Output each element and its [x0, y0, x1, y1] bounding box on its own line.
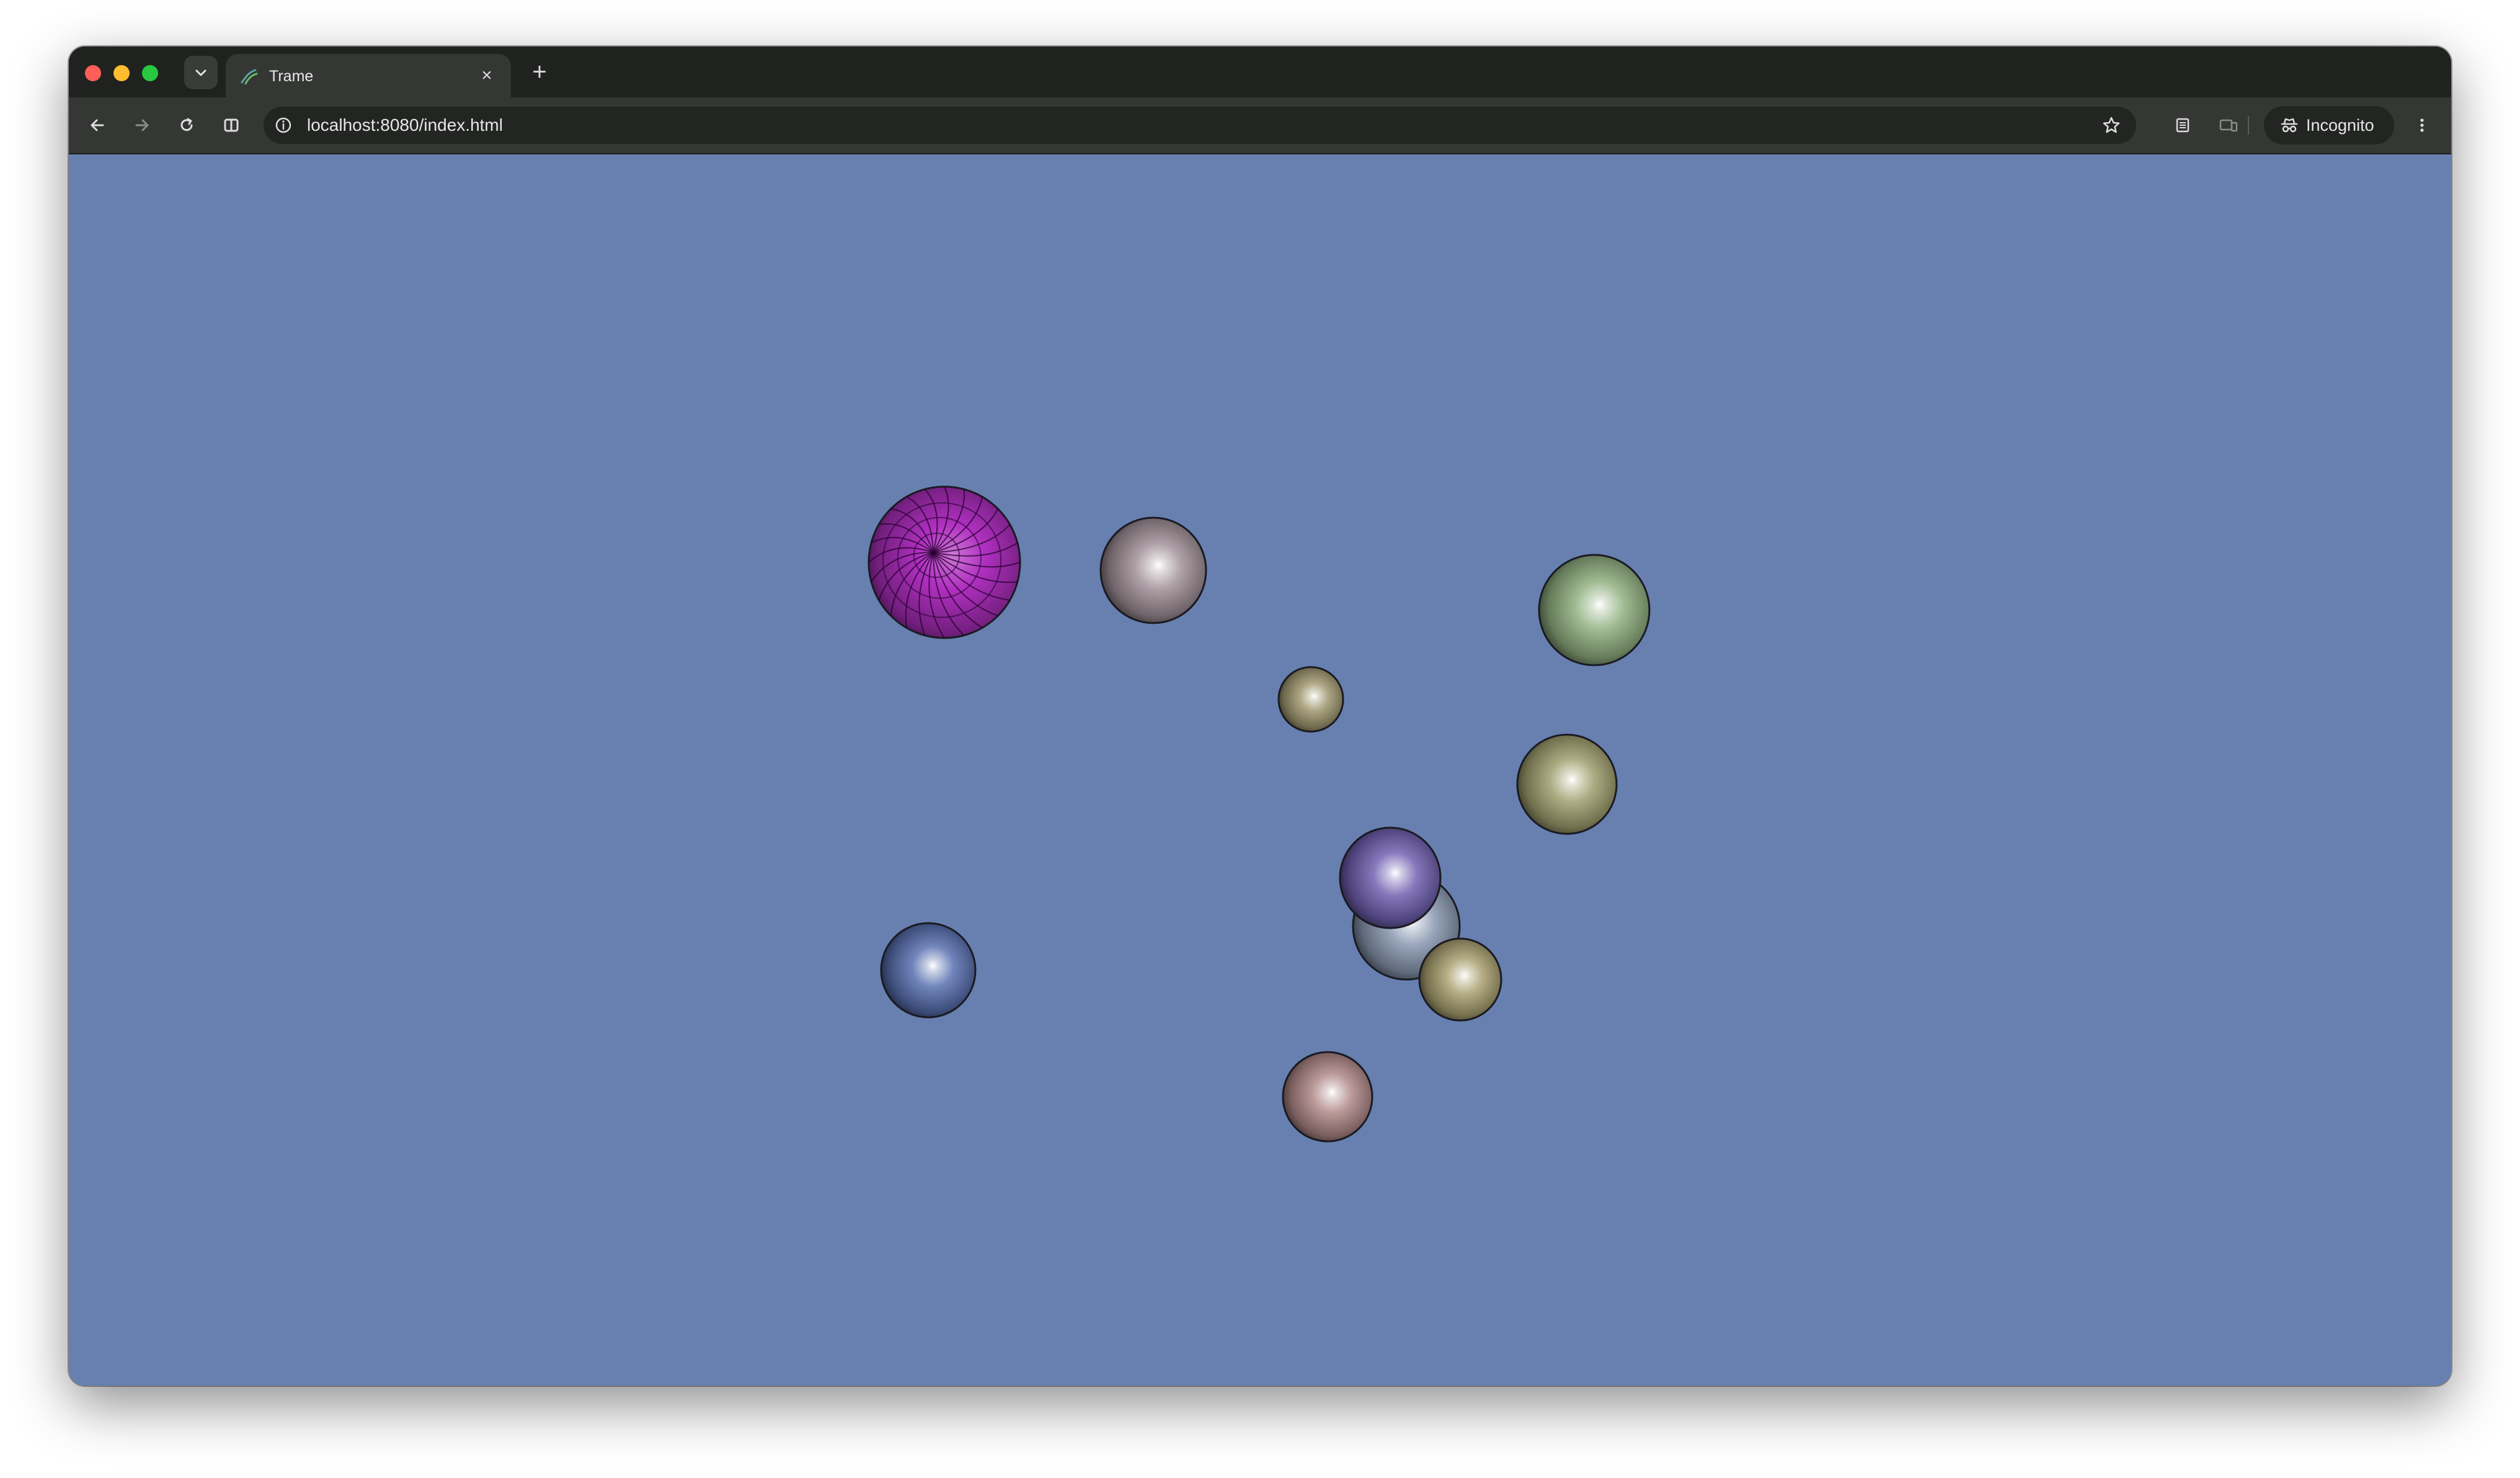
bookmark-button[interactable] — [2100, 114, 2123, 136]
url-text[interactable]: localhost:8080/index.html — [307, 115, 503, 135]
star-icon — [2103, 117, 2120, 133]
purple-sphere — [1339, 826, 1442, 929]
incognito-profile-button[interactable]: Incognito — [2264, 106, 2394, 144]
back-arrow-icon — [91, 119, 104, 131]
new-tab-button[interactable]: + — [525, 58, 554, 86]
reload-button[interactable] — [172, 111, 201, 139]
reading-list-button[interactable] — [2168, 111, 2197, 139]
green-sphere — [1538, 554, 1651, 666]
split-view-button[interactable] — [217, 111, 246, 139]
navigation-toolbar: localhost:8080/index.html Incognito — [69, 97, 2451, 154]
vtk-render-canvas[interactable] — [69, 154, 2451, 1386]
yellow-olive-sphere — [1418, 937, 1502, 1022]
tab-close-icon[interactable]: × — [476, 65, 497, 86]
browser-window: Trame × + localhost:8080/index.html Inco… — [69, 46, 2451, 1386]
close-window-button[interactable] — [85, 65, 101, 81]
incognito-icon — [2281, 118, 2298, 133]
address-bar[interactable]: localhost:8080/index.html — [264, 107, 2136, 144]
tab-trame[interactable]: Trame × — [226, 54, 511, 97]
devices-button[interactable] — [2214, 111, 2243, 139]
maximize-window-button[interactable] — [142, 65, 158, 81]
forward-arrow-icon — [135, 119, 149, 131]
small-khaki-sphere — [1277, 666, 1344, 733]
rose-sphere — [1282, 1051, 1373, 1143]
toolbar-divider — [2248, 116, 2249, 135]
trame-render-view[interactable] — [69, 154, 2451, 1386]
chevron-down-icon — [195, 69, 206, 76]
tab-bar: Trame × + — [69, 46, 2451, 97]
incognito-label: Incognito — [2306, 115, 2374, 135]
trame-logo-icon — [241, 69, 258, 85]
magenta-wireframe-sphere — [867, 485, 1021, 639]
split-view-icon — [224, 118, 239, 132]
minimize-window-button[interactable] — [113, 65, 130, 81]
reading-list-icon — [2176, 118, 2189, 133]
back-button[interactable] — [83, 111, 112, 139]
site-info-button[interactable] — [272, 114, 295, 136]
gray-pink-sphere — [1099, 516, 1207, 624]
info-icon — [275, 117, 291, 133]
browser-menu-button[interactable] — [2408, 111, 2436, 139]
kebab-menu-icon — [2420, 118, 2424, 132]
forward-button[interactable] — [128, 111, 156, 139]
tab-search-button[interactable] — [184, 56, 218, 89]
devices-icon — [2219, 119, 2238, 132]
olive-sphere — [1516, 733, 1618, 835]
tab-title: Trame — [269, 68, 314, 85]
reload-icon — [180, 118, 193, 131]
blue-sphere — [880, 922, 977, 1019]
